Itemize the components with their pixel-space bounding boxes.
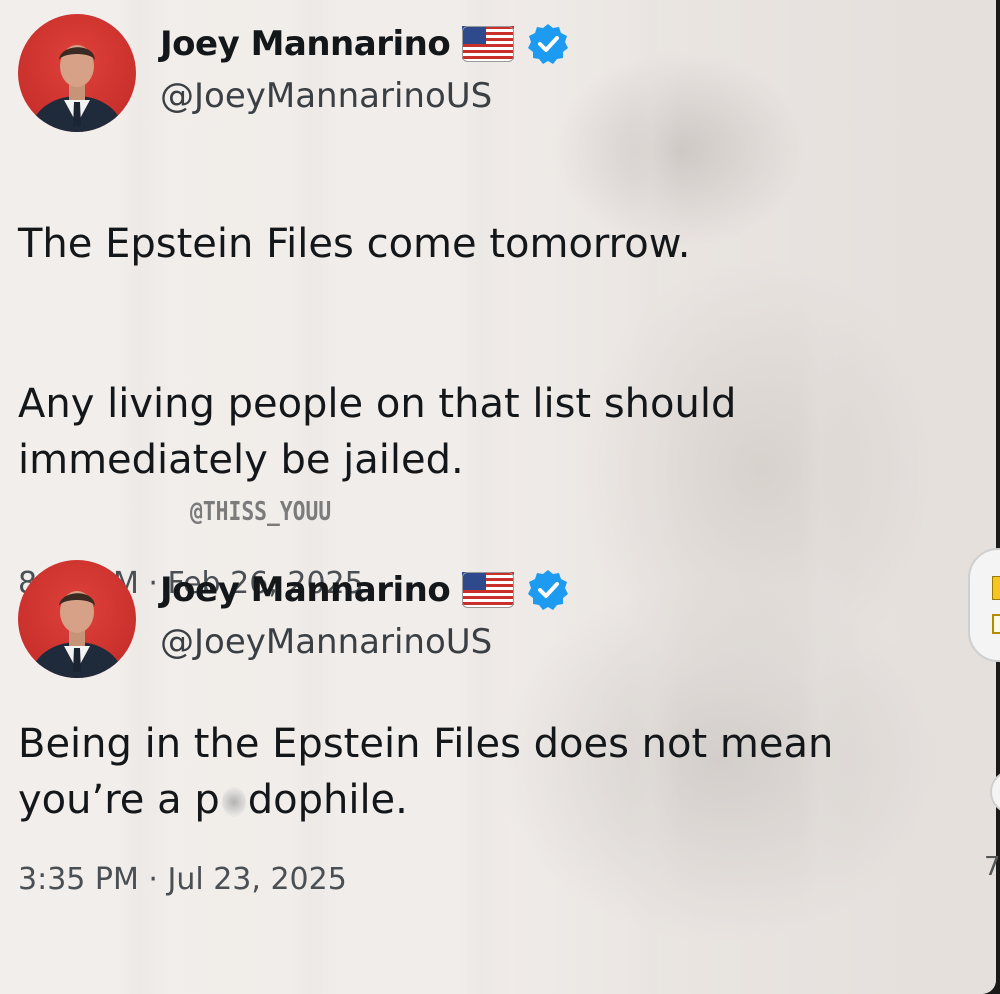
handle[interactable]: @JoeyMannarinoUS (160, 76, 492, 116)
tweet-paragraph: Any living people on that list should im… (18, 381, 737, 483)
side-overlay-bubble[interactable] (968, 548, 1000, 662)
tweet-header: Joey Mannarino @JoeyMannarinoUS (18, 14, 918, 134)
tweet-text: Being in the Epstein Files does not mean… (18, 716, 898, 828)
tweet-header: Joey Mannarino @JoeyMannarinoUS (18, 560, 918, 680)
tweet-paragraph: The Epstein Files come tomorrow. (18, 221, 691, 267)
tweet-text-after-censor: dophile. (247, 777, 408, 823)
censor-blur-dot (221, 787, 246, 817)
display-name[interactable]: Joey Mannarino (160, 24, 451, 64)
name-row: Joey Mannarino (160, 22, 570, 66)
edge-digit: 7 (984, 852, 1000, 882)
name-row: Joey Mannarino (160, 568, 570, 612)
verified-badge-icon (526, 22, 570, 66)
us-flag-icon (462, 572, 515, 608)
verified-badge-icon (526, 568, 570, 612)
avatar[interactable] (18, 14, 136, 132)
tweet-card[interactable]: Joey Mannarino (18, 14, 918, 601)
avatar[interactable] (18, 560, 136, 678)
screenshot-frame: Joey Mannarino @JoeyMannarinoUS The Epst… (0, 0, 996, 994)
watermark: @THISS_YOUU (190, 497, 332, 527)
handle[interactable]: @JoeyMannarinoUS (160, 622, 492, 662)
display-name[interactable]: Joey Mannarino (160, 570, 451, 610)
tweet-card[interactable]: Joey Mannarino (18, 560, 918, 897)
us-flag-icon (462, 26, 515, 62)
tweet-text: The Epstein Files come tomorrow. Any liv… (18, 160, 898, 544)
right-edge-strip (996, 0, 1000, 994)
tweet-timestamp[interactable]: 3:35 PM · Jul 23, 2025 (18, 862, 918, 897)
document-icon (992, 614, 1000, 634)
tweet-text-before-censor: Being in the Epstein Files does not mean… (18, 721, 834, 823)
warning-icon (992, 576, 1000, 600)
